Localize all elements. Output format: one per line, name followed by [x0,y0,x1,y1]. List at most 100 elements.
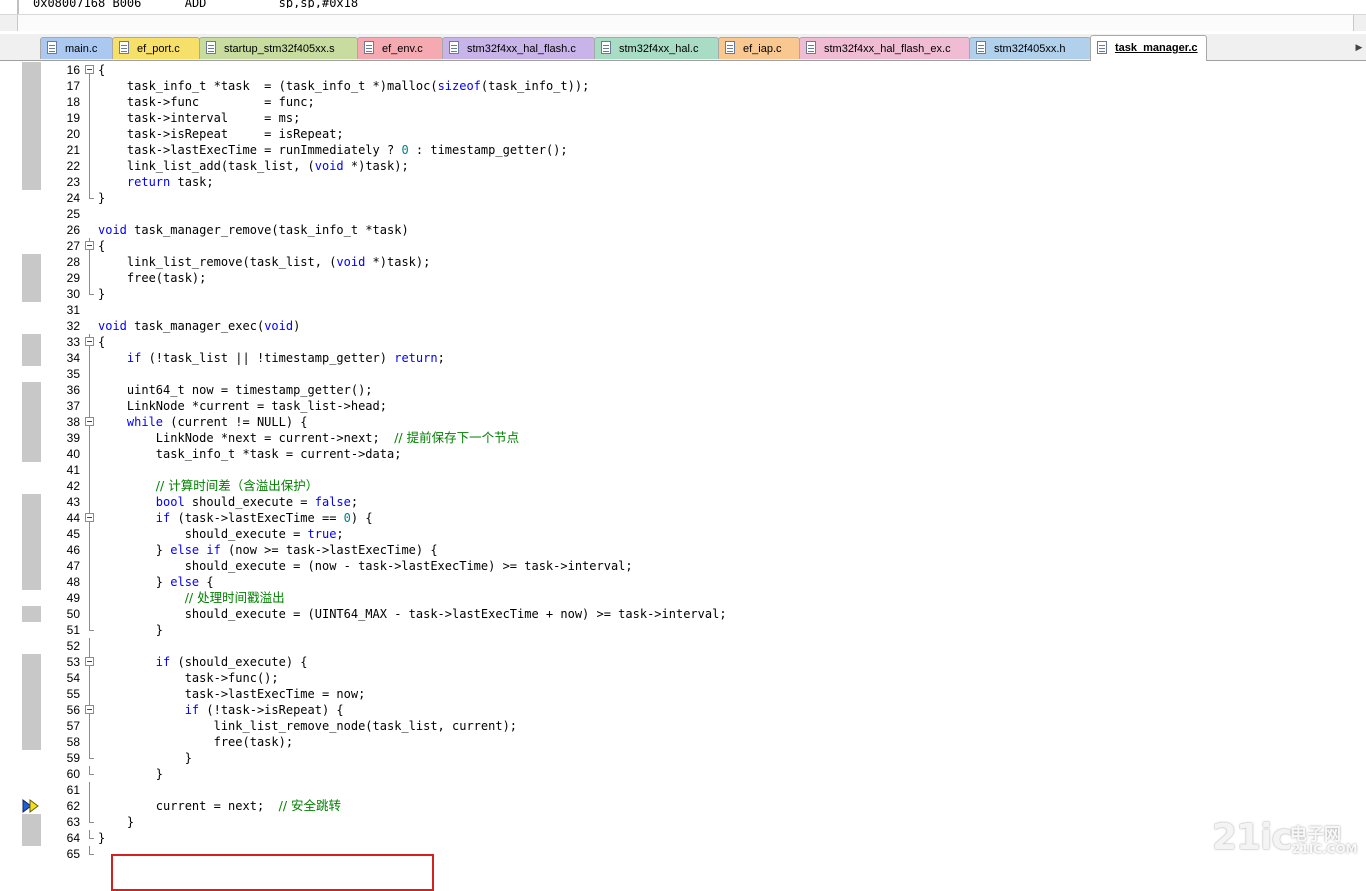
code-line-23[interactable]: 23 return task; [0,174,1366,190]
code-line-36[interactable]: 36 uint64_t now = timestamp_getter(); [0,382,1366,398]
executable-line-marker[interactable] [22,430,41,446]
executable-line-marker[interactable] [22,606,41,622]
fold-collapse-icon[interactable] [85,334,96,350]
code-text[interactable]: task->isRepeat = isRepeat; [98,126,344,142]
executable-line-marker[interactable] [22,382,41,398]
code-line-55[interactable]: 55 task->lastExecTime = now; [0,686,1366,702]
code-line-61[interactable]: 61 [0,782,1366,798]
executable-line-marker[interactable] [22,526,41,542]
tab-ef-iap-c[interactable]: ef_iap.c [718,37,800,59]
code-text[interactable]: free(task); [98,734,293,750]
code-line-33[interactable]: 33 { [0,334,1366,350]
code-line-42[interactable]: 42 // 计算时间差（含溢出保护） [0,478,1366,494]
code-text[interactable]: LinkNode *next = current->next; // 提前保存下… [98,430,519,446]
code-line-28[interactable]: 28 link_list_remove(task_list, (void *)t… [0,254,1366,270]
executable-line-marker[interactable] [22,350,41,366]
code-text[interactable]: free(task); [98,270,206,286]
code-text[interactable]: { [98,334,105,350]
code-line-54[interactable]: 54 task->func(); [0,670,1366,686]
code-line-64[interactable]: 64} [0,830,1366,846]
code-line-50[interactable]: 50 should_execute = (UINT64_MAX - task->… [0,606,1366,622]
code-text[interactable]: should_execute = (UINT64_MAX - task->las… [98,606,727,622]
code-line-57[interactable]: 57 link_list_remove_node(task_list, curr… [0,718,1366,734]
code-text[interactable]: task->func(); [98,670,279,686]
code-line-47[interactable]: 47 should_execute = (now - task->lastExe… [0,558,1366,574]
fold-collapse-icon[interactable] [85,238,96,254]
executable-line-marker[interactable] [22,814,41,830]
executable-line-marker[interactable] [22,558,41,574]
code-line-48[interactable]: 48 } else { [0,574,1366,590]
executable-line-marker[interactable] [22,702,41,718]
tab-ef-env-c[interactable]: ef_env.c [357,37,443,59]
executable-line-marker[interactable] [22,494,41,510]
tab-ef-port-c[interactable]: ef_port.c [112,37,200,59]
code-line-30[interactable]: 30} [0,286,1366,302]
code-line-27[interactable]: 27 { [0,238,1366,254]
executable-line-marker[interactable] [22,830,41,846]
code-line-40[interactable]: 40 task_info_t *task = current->data; [0,446,1366,462]
executable-line-marker[interactable] [22,542,41,558]
tab-stm32f4xx-hal-flash-ex-c[interactable]: stm32f4xx_hal_flash_ex.c [799,37,970,59]
executable-line-marker[interactable] [22,286,41,302]
code-line-17[interactable]: 17 task_info_t *task = (task_info_t *)ma… [0,78,1366,94]
tab-stm32f405xx-h[interactable]: stm32f405xx.h [969,37,1091,59]
code-line-26[interactable]: 26 void task_manager_remove(task_info_t *… [0,222,1366,238]
code-text[interactable]: LinkNode *current = task_list->head; [98,398,387,414]
code-text[interactable]: link_list_remove(task_list, (void *)task… [98,254,430,270]
executable-line-marker[interactable] [22,158,41,174]
code-line-29[interactable]: 29 free(task); [0,270,1366,286]
code-line-51[interactable]: 51 } [0,622,1366,638]
code-line-24[interactable]: 24} [0,190,1366,206]
code-text[interactable]: } else { [98,574,214,590]
code-line-59[interactable]: 59 } [0,750,1366,766]
code-line-45[interactable]: 45 should_execute = true; [0,526,1366,542]
code-line-37[interactable]: 37 LinkNode *current = task_list->head; [0,398,1366,414]
code-editor[interactable]: 16 {17 task_info_t *task = (task_info_t *… [0,61,1366,891]
code-text[interactable]: } [98,286,105,302]
executable-line-marker[interactable] [22,334,41,350]
code-line-41[interactable]: 41 [0,462,1366,478]
code-text[interactable]: } [98,190,105,206]
code-text[interactable]: task->lastExecTime = runImmediately ? 0 … [98,142,568,158]
code-text[interactable]: if (!task_list || !timestamp_getter) ret… [98,350,445,366]
code-text[interactable]: } else if (now >= task->lastExecTime) { [98,542,438,558]
code-line-62[interactable]: 62 current = next; // 安全跳转 [0,798,1366,814]
code-text[interactable]: { [98,62,105,78]
executable-line-marker[interactable] [22,174,41,190]
tab-scroll-right-icon[interactable]: ▶ [1352,37,1366,59]
executable-line-marker[interactable] [22,126,41,142]
code-line-21[interactable]: 21 task->lastExecTime = runImmediately ?… [0,142,1366,158]
code-line-58[interactable]: 58 free(task); [0,734,1366,750]
tab-task-manager-c[interactable]: task_manager.c [1090,35,1207,61]
code-text[interactable]: void task_manager_exec(void) [98,318,300,334]
code-line-44[interactable]: 44 if (task->lastExecTime == 0) { [0,510,1366,526]
code-line-43[interactable]: 43 bool should_execute = false; [0,494,1366,510]
fold-collapse-icon[interactable] [85,654,96,670]
code-text[interactable]: while (current != NULL) { [98,414,308,430]
executable-line-marker[interactable] [22,574,41,590]
code-line-20[interactable]: 20 task->isRepeat = isRepeat; [0,126,1366,142]
fold-collapse-icon[interactable] [85,510,96,526]
executable-line-marker[interactable] [22,78,41,94]
code-line-63[interactable]: 63 } [0,814,1366,830]
code-line-53[interactable]: 53 if (should_execute) { [0,654,1366,670]
code-text[interactable]: should_execute = true; [98,526,344,542]
code-text[interactable]: } [98,830,105,846]
code-text[interactable]: } [98,814,134,830]
code-text[interactable]: return task; [98,174,214,190]
executable-line-marker[interactable] [22,670,41,686]
tab-stm32f4xx-hal-flash-c[interactable]: stm32f4xx_hal_flash.c [442,37,595,59]
code-line-25[interactable]: 25 [0,206,1366,222]
code-line-52[interactable]: 52 [0,638,1366,654]
code-line-60[interactable]: 60 } [0,766,1366,782]
executable-line-marker[interactable] [22,254,41,270]
executable-line-marker[interactable] [22,414,41,430]
executable-line-marker[interactable] [22,510,41,526]
fold-collapse-icon[interactable] [85,414,96,430]
code-text[interactable]: current = next; // 安全跳转 [98,798,341,814]
code-line-35[interactable]: 35 [0,366,1366,382]
code-text[interactable]: } [98,622,163,638]
executable-line-marker[interactable] [22,446,41,462]
executable-line-marker[interactable] [22,654,41,670]
code-line-22[interactable]: 22 link_list_add(task_list, (void *)task… [0,158,1366,174]
